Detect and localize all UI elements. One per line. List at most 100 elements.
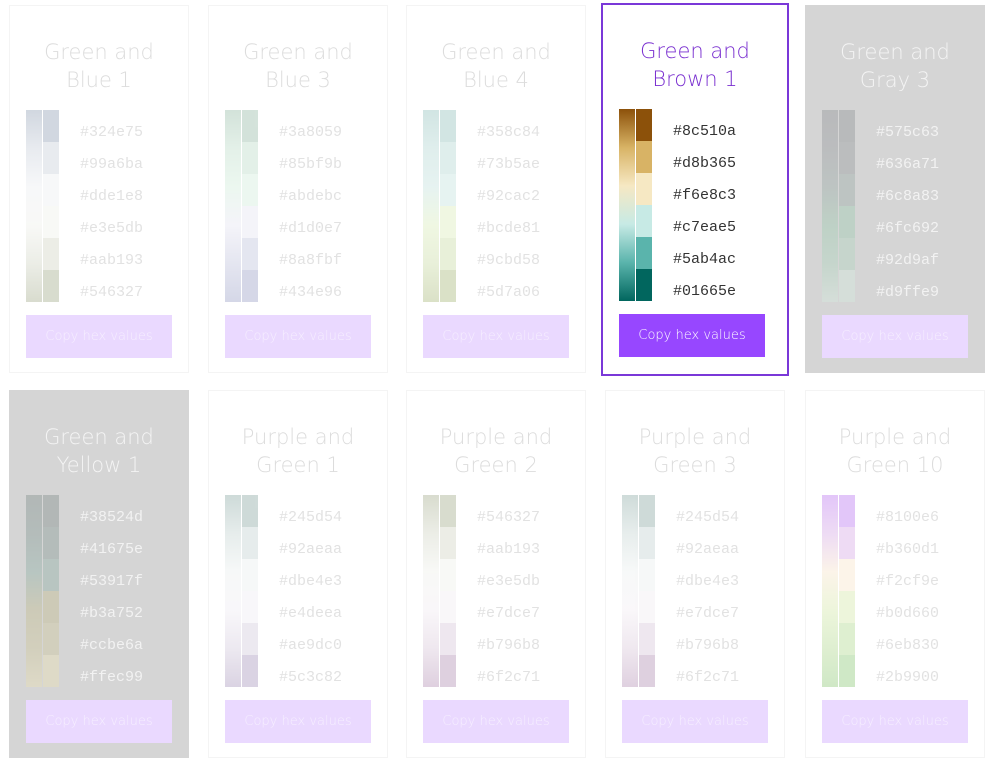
stepped-swatches <box>440 110 456 302</box>
hex-value: #e7dce7 <box>676 605 740 622</box>
hex-value: #f6e8c3 <box>673 187 737 204</box>
color-swatch <box>43 495 59 527</box>
color-swatch <box>636 269 652 301</box>
hex-value: #546327 <box>80 284 144 301</box>
hex-value: #8c510a <box>673 123 737 140</box>
color-ramp <box>423 495 457 687</box>
hex-value: #636a71 <box>876 156 940 173</box>
color-swatch <box>242 174 258 206</box>
color-swatch <box>43 110 59 142</box>
hex-value: #e4deea <box>279 605 343 622</box>
hex-value: #5d7a06 <box>477 284 541 301</box>
hex-value: #6c8a83 <box>876 188 940 205</box>
copy-hex-values-button[interactable]: Copy hex values <box>423 700 569 743</box>
copy-hex-values-button[interactable]: Copy hex values <box>423 315 569 358</box>
hex-value: #6eb830 <box>876 637 940 654</box>
palette-card[interactable]: Purple and Green 3 #245d54 #92aeaa #dbe4e3 #e… <box>605 390 785 758</box>
color-swatch <box>639 495 655 527</box>
hex-value: #41675e <box>80 541 144 558</box>
gradient-swatch <box>26 110 42 302</box>
palette-title-line: Brown 1 <box>652 67 738 91</box>
hex-list: #245d54 #92aeaa #dbe4e3 #e7dce7 #b796b8 #6f2c… <box>676 502 739 694</box>
stepped-swatches <box>43 110 59 302</box>
palette-card[interactable]: Green and Brown 1 #8c510a #d8b365 #f6e8c3 #c7… <box>601 3 789 376</box>
color-ramp <box>26 110 60 302</box>
color-swatch <box>440 142 456 174</box>
copy-hex-values-button[interactable]: Copy hex values <box>622 700 768 743</box>
hex-value: #324e75 <box>80 124 144 141</box>
color-ramp <box>622 495 656 687</box>
hex-value: #53917f <box>80 573 144 590</box>
palette-title: Green and Brown 1 <box>603 37 787 93</box>
color-swatch <box>242 270 258 302</box>
palette-card[interactable]: Green and Blue 1 #324e75 #99a6ba #dde1e8 #e3e… <box>9 5 189 373</box>
hex-value: #bcde81 <box>477 220 541 237</box>
hex-list: #575c63 #636a71 #6c8a83 #6fc692 #92d9af #d9ff… <box>876 117 939 309</box>
hex-list: #245d54 #92aeaa #dbe4e3 #e4deea #ae9dc0 #5c3c… <box>279 502 342 694</box>
hex-value: #2b9900 <box>876 669 940 686</box>
palette-card[interactable]: Purple and Green 1 #245d54 #92aeaa #dbe4e3 #e… <box>208 390 388 758</box>
color-swatch <box>636 141 652 173</box>
hex-value: #abdebc <box>279 188 343 205</box>
copy-hex-values-button[interactable]: Copy hex values <box>225 700 371 743</box>
palette-card[interactable]: Green and Blue 4 #358c84 #73b5ae #92cac2 #bcd… <box>406 5 586 373</box>
color-swatch <box>43 270 59 302</box>
hex-value: #dbe4e3 <box>676 573 740 590</box>
palette-card[interactable]: Green and Gray 3 #575c63 #636a71 #6c8a83 #6fc… <box>805 5 985 373</box>
hex-value: #aab193 <box>477 541 541 558</box>
palette-title: Green and Yellow 1 <box>10 423 188 479</box>
hex-value: #99a6ba <box>80 156 144 173</box>
stepped-swatches <box>242 495 258 687</box>
gradient-swatch <box>622 495 638 687</box>
copy-hex-values-button[interactable]: Copy hex values <box>822 700 968 743</box>
gradient-swatch <box>619 109 635 301</box>
color-swatch <box>43 142 59 174</box>
hex-value: #ccbe6a <box>80 637 144 654</box>
palette-card[interactable]: Green and Blue 3 #3a8059 #85bf9b #abdebc #d1d… <box>208 5 388 373</box>
color-swatch <box>639 623 655 655</box>
color-swatch <box>639 559 655 591</box>
copy-hex-values-button[interactable]: Copy hex values <box>619 314 765 357</box>
color-swatch <box>242 559 258 591</box>
gradient-swatch <box>225 495 241 687</box>
gradient-swatch <box>822 495 838 687</box>
palette-title-line: Purple and <box>838 425 952 449</box>
hex-value: #434e96 <box>279 284 343 301</box>
color-swatch <box>839 527 855 559</box>
copy-hex-values-button[interactable]: Copy hex values <box>822 315 968 358</box>
copy-hex-values-button[interactable]: Copy hex values <box>26 315 172 358</box>
palette-title-line: Green and <box>44 40 154 64</box>
hex-value: #92aeaa <box>676 541 740 558</box>
hex-list: #8100e6 #b360d1 #f2cf9e #b0d660 #6eb830 #2b99… <box>876 502 939 694</box>
palette-card[interactable]: Purple and Green 10 #8100e6 #b360d1 #f2cf9e #… <box>805 390 985 758</box>
gradient-swatch <box>423 110 439 302</box>
hex-value: #ffec99 <box>80 669 144 686</box>
color-ramp <box>822 110 856 302</box>
palette-title-line: Green 10 <box>846 453 944 477</box>
color-swatch <box>242 495 258 527</box>
hex-value: #245d54 <box>279 509 343 526</box>
palette-title-line: Blue 3 <box>265 68 331 92</box>
hex-value: #b0d660 <box>876 605 940 622</box>
palette-card[interactable]: Green and Yellow 1 #38524d #41675e #53917f #b… <box>9 390 189 758</box>
hex-value: #01665e <box>673 283 737 300</box>
stepped-swatches <box>839 110 855 302</box>
hex-list: #324e75 #99a6ba #dde1e8 #e3e5db #aab193 #5463… <box>80 117 143 309</box>
hex-value: #e3e5db <box>80 220 144 237</box>
palette-card[interactable]: Purple and Green 2 #546327 #aab193 #e3e5db #e… <box>406 390 586 758</box>
hex-value: #5ab4ac <box>673 251 737 268</box>
hex-value: #c7eae5 <box>673 219 737 236</box>
palette-title-line: Purple and <box>638 425 752 449</box>
hex-value: #aab193 <box>80 252 144 269</box>
palette-title-line: Green 1 <box>256 453 340 477</box>
palette-title: Green and Gray 3 <box>806 38 984 94</box>
hex-value: #5c3c82 <box>279 669 343 686</box>
hex-value: #b3a752 <box>80 605 144 622</box>
copy-hex-values-button[interactable]: Copy hex values <box>225 315 371 358</box>
copy-hex-values-button[interactable]: Copy hex values <box>26 700 172 743</box>
palette-title-line: Blue 4 <box>463 68 529 92</box>
color-swatch <box>43 559 59 591</box>
hex-value: #e7dce7 <box>477 605 541 622</box>
color-swatch <box>639 655 655 687</box>
stepped-swatches <box>839 495 855 687</box>
